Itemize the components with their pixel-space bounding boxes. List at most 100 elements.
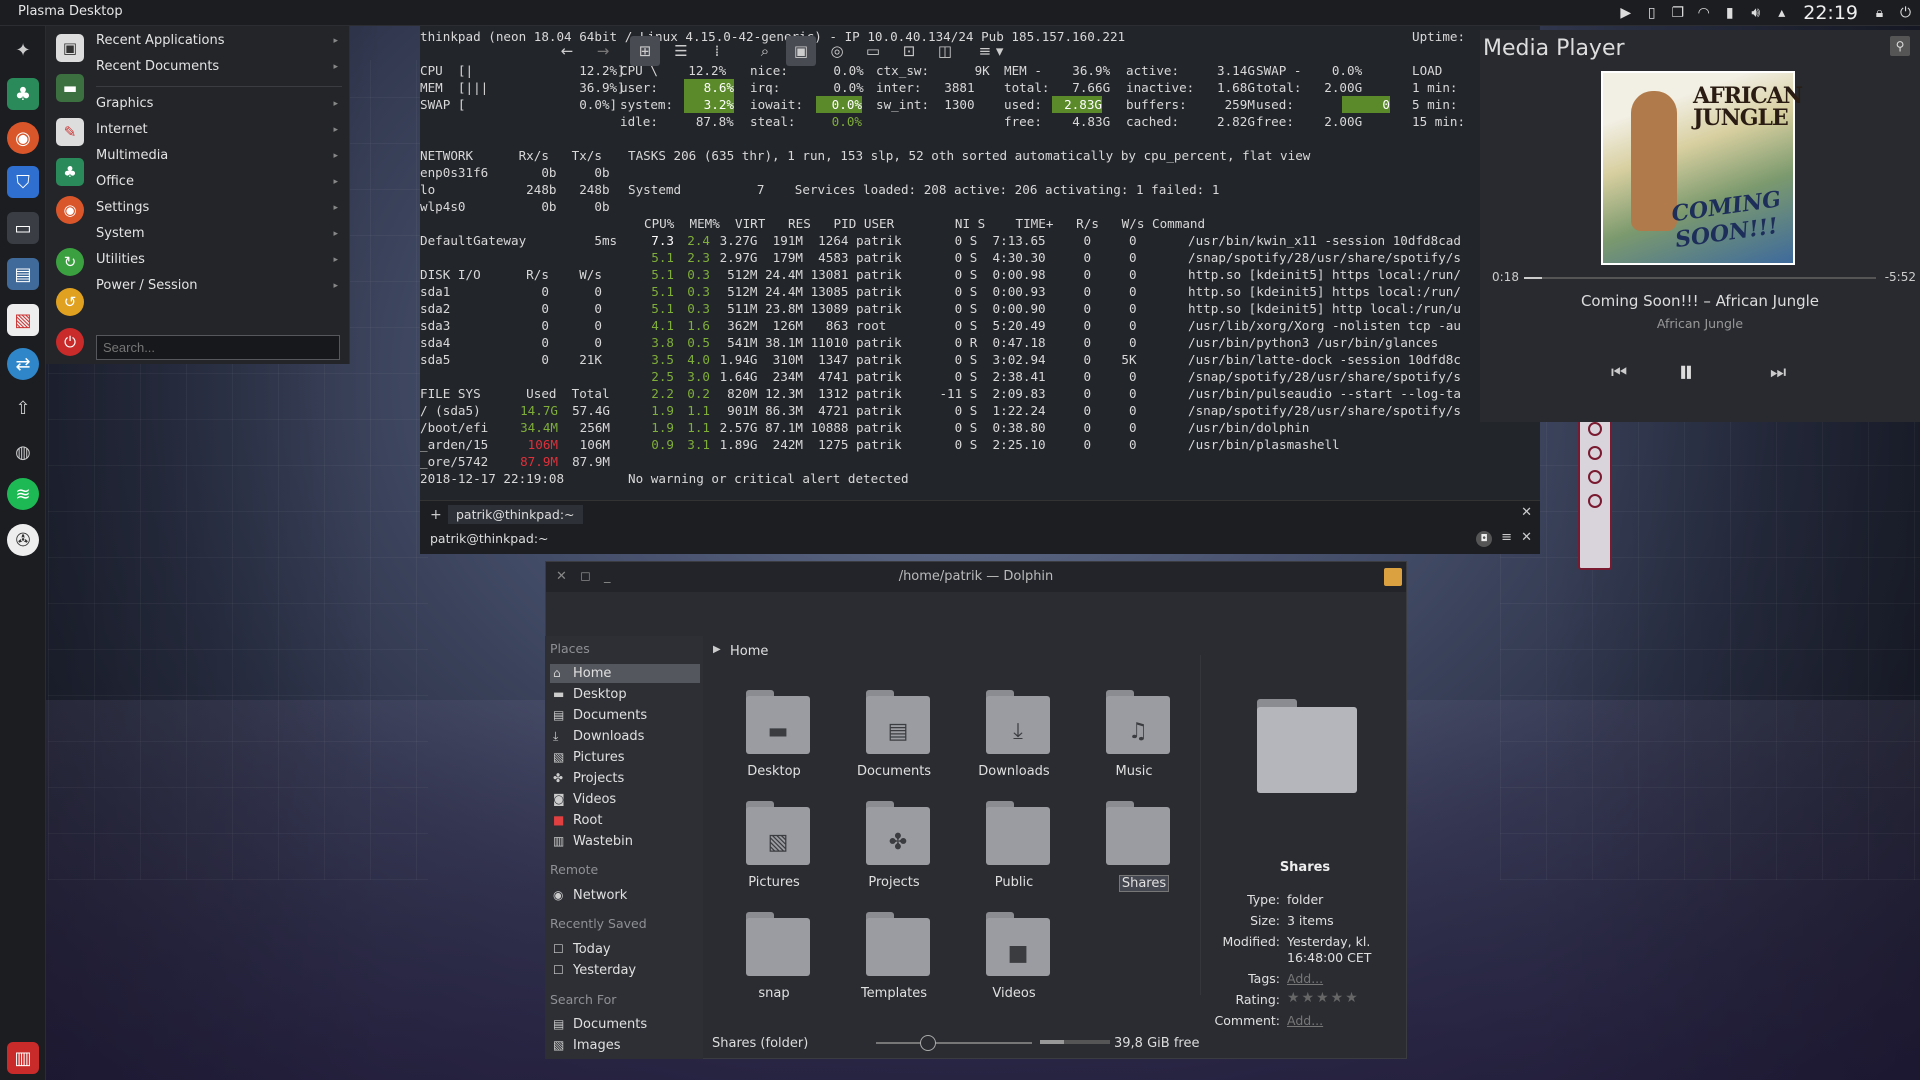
network-row: lo 248b 248b (420, 182, 610, 197)
folder-snap[interactable]: snap (726, 910, 822, 1006)
process-mem: 3.0 (687, 369, 710, 384)
menu-item-internet[interactable]: Internet ▸ (96, 119, 346, 141)
folder-desktop[interactable]: ▬ Desktop (726, 688, 822, 784)
folder-downloads[interactable]: ⤓ Downloads (966, 688, 1062, 784)
pin-icon[interactable]: ⚲ (1890, 36, 1910, 56)
wifi-icon[interactable]: ◠ (1695, 5, 1712, 22)
hidden-files-icon[interactable]: ◎ (822, 36, 852, 66)
places-item-documents[interactable]: ▤ Documents (550, 706, 700, 725)
menu-icon[interactable]: ≡ (1501, 530, 1512, 545)
places-item-search-documents[interactable]: ▤ Documents (550, 1015, 700, 1034)
menu-search-input[interactable] (96, 335, 340, 360)
menu-item-recent-applications[interactable]: Recent Applications ▸ (96, 30, 346, 52)
volume-icon[interactable]: 🔊︎ (1747, 5, 1764, 22)
album-art: AFRICAN JUNGLE COMING SOON!!! (1601, 71, 1803, 265)
forward-icon[interactable]: → (588, 36, 618, 66)
places-item-home[interactable]: ⌂ Home (550, 664, 700, 683)
trash-icon[interactable]: ▥ (7, 1042, 39, 1074)
battery-icon[interactable]: ▮ (1721, 5, 1738, 22)
menu-item-multimedia[interactable]: Multimedia ▸ (96, 145, 346, 167)
terminal-panel-icon[interactable]: ▭ (858, 36, 888, 66)
search-icon[interactable]: ⌕ (750, 36, 780, 66)
expand-tray-icon[interactable]: ▴ (1773, 5, 1790, 22)
next-track-icon[interactable]: ⏭ (1770, 362, 1786, 383)
places-item-videos[interactable]: ◙ Videos (550, 790, 700, 809)
info-tags-add-link[interactable]: Add... (1287, 971, 1323, 986)
folder-shares[interactable]: Shares (1086, 799, 1182, 895)
places-item-downloads[interactable]: ⤓ Downloads (550, 727, 700, 746)
tab-terminal[interactable]: patrik@thinkpad:~ (448, 505, 583, 524)
process-row: 541M 38.1M 11010 patrik 0 R 0:47.18 0 0 (712, 335, 1137, 350)
lock-icon[interactable]: 🔒︎ (1871, 5, 1888, 22)
document-viewer-icon[interactable]: ▧ (7, 304, 39, 336)
file-manager-icon[interactable]: ▤ (7, 258, 39, 290)
folder-documents[interactable]: ▤ Documents (846, 688, 942, 784)
places-item-desktop[interactable]: ▬ Desktop (550, 685, 700, 704)
power-icon[interactable]: ⏻ (1897, 5, 1914, 22)
places-item-wastebin[interactable]: ▥ Wastebin (550, 832, 700, 851)
clock[interactable]: 22:19 (1803, 2, 1858, 24)
audio-icon[interactable]: ◍ (7, 436, 39, 468)
places-item-network[interactable]: ◉ Network (550, 886, 700, 905)
places-item-projects[interactable]: ✤ Projects (550, 769, 700, 788)
places-item-search-images[interactable]: ▧ Images (550, 1036, 700, 1055)
details-view-icon[interactable]: ⁞ (702, 36, 732, 66)
icon-view-icon[interactable]: ⊞ (630, 36, 660, 66)
folder-public[interactable]: Public (966, 799, 1062, 895)
app-icon[interactable]: ♣ (7, 78, 39, 110)
firefox-icon[interactable]: ◉ (7, 122, 39, 154)
places-item-pictures[interactable]: ▧ Pictures (550, 748, 700, 767)
hamburger-menu-icon[interactable]: ≡ ▾ (968, 36, 1014, 66)
clipboard-icon[interactable]: ❐ (1669, 5, 1686, 22)
compact-view-icon[interactable]: ☰ (666, 36, 696, 66)
kde-launcher-icon[interactable]: ✦ (7, 34, 39, 66)
spotify-icon[interactable]: ≋ (7, 478, 39, 510)
close-tab-icon[interactable]: ✕ (1521, 505, 1532, 520)
previous-track-icon[interactable]: ⏮ (1611, 362, 1627, 383)
pause-icon[interactable]: ⏸ (1678, 352, 1694, 391)
breadcrumb[interactable]: Home (730, 644, 768, 659)
sync-icon[interactable]: ⇄ (7, 348, 39, 380)
terminal-icon[interactable]: ▭ (7, 212, 39, 244)
split-icon[interactable]: ◫ (930, 36, 960, 66)
tasks-summary: TASKS 206 (635 thr), 1 run, 153 slp, 52 … (628, 148, 1311, 163)
split-view-icon[interactable]: ◘ (1476, 531, 1492, 547)
menu-item-system[interactable]: System ▸ (96, 223, 346, 245)
folder-projects[interactable]: ✤ Projects (846, 799, 942, 895)
process-cpu: 7.3 (651, 233, 674, 248)
info-comment-add-link[interactable]: Add... (1287, 1013, 1323, 1028)
menu-item-office[interactable]: Office ▸ (96, 171, 346, 193)
new-tab-icon[interactable]: + (430, 507, 442, 523)
folder-music[interactable]: ♫ Music (1086, 688, 1182, 784)
phone-icon[interactable]: ▯ (1643, 5, 1660, 22)
new-folder-icon[interactable]: ⊡ (894, 36, 924, 66)
menu-item-settings[interactable]: Settings ▸ (96, 197, 346, 219)
minimize-window-icon[interactable]: _ (604, 562, 611, 592)
process-row: 1.89G 242M 1275 patrik 0 S 2:25.10 0 0 (712, 437, 1137, 452)
close-icon[interactable]: ✕ (1521, 530, 1532, 545)
folder-pictures[interactable]: ▧ Pictures (726, 799, 822, 895)
film-reel-icon[interactable]: ✇ (7, 524, 39, 556)
upload-icon[interactable]: ⇧ (7, 392, 39, 424)
seek-bar[interactable] (1524, 277, 1876, 279)
menu-item-recent-documents[interactable]: Recent Documents ▸ (96, 56, 346, 78)
zoom-slider-handle[interactable] (920, 1035, 936, 1051)
rating-stars[interactable]: ★★★★★ (1287, 990, 1360, 1006)
places-item-today[interactable]: ☐ Today (550, 940, 700, 959)
close-window-icon[interactable]: ✕ (556, 562, 567, 592)
maximize-window-icon[interactable]: ◻ (580, 562, 591, 592)
media-play-icon[interactable]: ▶ (1617, 5, 1634, 22)
preview-icon[interactable]: ▣ (786, 36, 816, 66)
menu-item-utilities[interactable]: Utilities ▸ (96, 249, 346, 271)
menu-item-graphics[interactable]: Graphics ▸ (96, 93, 346, 115)
folder-templates[interactable]: Templates (846, 910, 942, 1006)
folder-videos[interactable]: ■ Videos (966, 910, 1062, 1006)
places-item-root[interactable]: ■ Root (550, 811, 700, 830)
back-icon[interactable]: ← (552, 36, 582, 66)
folder-label: Documents (856, 764, 932, 779)
menu-item-power-session[interactable]: Power / Session ▸ (96, 275, 346, 297)
folder-label: Music (1115, 764, 1153, 779)
bitwarden-icon[interactable]: ⛉ (7, 166, 39, 198)
zoom-slider[interactable] (876, 1035, 1032, 1051)
places-item-yesterday[interactable]: ☐ Yesterday (550, 961, 700, 980)
